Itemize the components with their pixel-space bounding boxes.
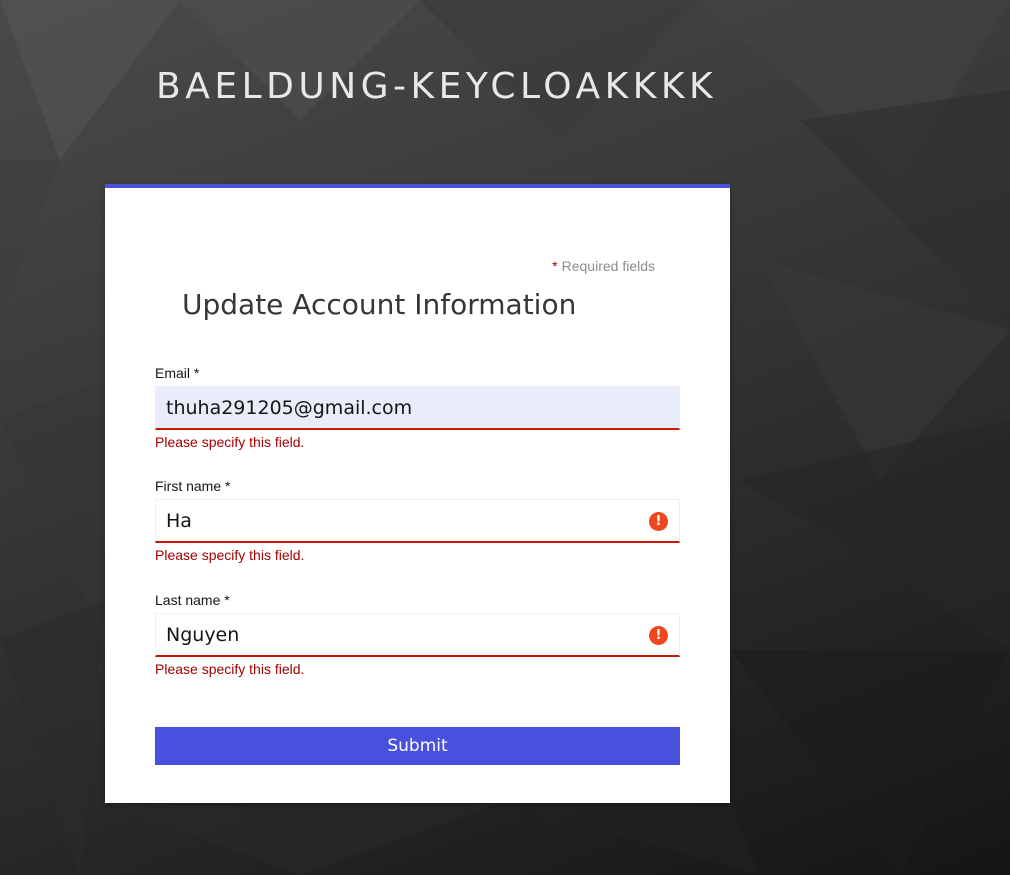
- login-card: * Required fields Update Account Informat…: [105, 184, 730, 803]
- email-input-wrapper: [155, 386, 680, 430]
- first-name-input-wrapper: !: [155, 499, 680, 543]
- first-name-field-group: First name * ! Please specify this field…: [155, 477, 680, 563]
- email-label: Email *: [155, 365, 200, 381]
- last-name-field-group: Last name * ! Please specify this field.: [155, 591, 680, 677]
- last-name-label: Last name *: [155, 592, 230, 608]
- first-name-error: Please specify this field.: [155, 547, 305, 563]
- email-field-group: Email * Please specify this field.: [155, 364, 680, 450]
- email-error: Please specify this field.: [155, 434, 305, 450]
- first-name-label: First name *: [155, 478, 231, 494]
- exclamation-circle-icon: !: [649, 626, 668, 645]
- last-name-error: Please specify this field.: [155, 661, 305, 677]
- required-fields-text: Required fields: [561, 258, 655, 274]
- required-star: *: [552, 258, 558, 274]
- exclamation-circle-icon: !: [649, 512, 668, 531]
- last-name-input-wrapper: !: [155, 613, 680, 657]
- email-input[interactable]: [156, 387, 636, 428]
- last-name-input[interactable]: [156, 614, 636, 655]
- required-fields-note: * Required fields: [552, 258, 655, 274]
- first-name-input[interactable]: [156, 500, 636, 541]
- page-title: Update Account Information: [182, 288, 577, 321]
- submit-button[interactable]: Submit: [155, 727, 680, 765]
- realm-title: BAELDUNG-KEYCLOAKKKK: [156, 66, 718, 107]
